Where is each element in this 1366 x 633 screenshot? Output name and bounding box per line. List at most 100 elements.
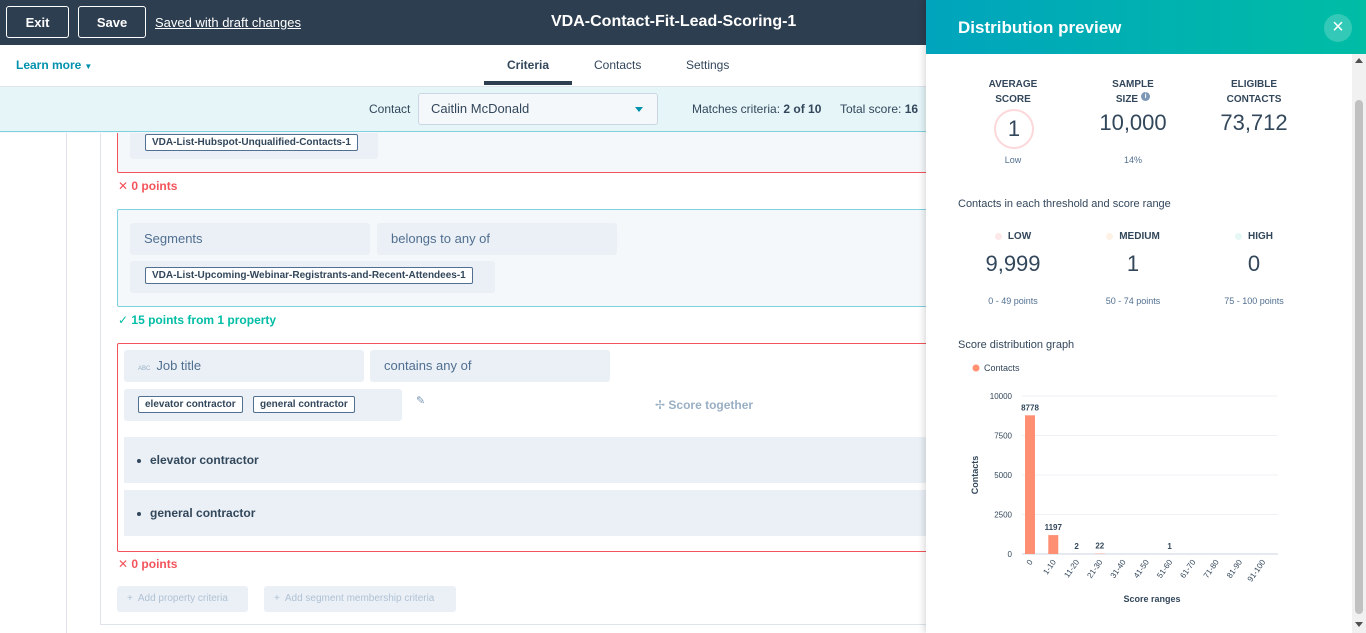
matches-value: 2 of 10 <box>783 102 822 116</box>
divider <box>100 133 101 625</box>
sub-navigation: Learn more ▼ Criteria Contacts Settings <box>0 45 926 87</box>
x-tick-label: 31-40 <box>1109 558 1128 580</box>
scroll-thumb[interactable] <box>1355 100 1363 614</box>
threshold-high-value: 0 <box>1247 251 1261 276</box>
score-together-button[interactable]: ✢ Score together <box>655 398 753 412</box>
y-tick-label: 10000 <box>990 392 1013 401</box>
contact-select-value: Caitlin McDonald <box>431 101 530 116</box>
learn-more-label: Learn more <box>16 58 82 72</box>
segment-chip[interactable]: VDA-List-Hubspot-Unqualified-Contacts-1 <box>145 134 358 151</box>
close-icon[interactable]: × <box>1324 14 1352 42</box>
add-segment-label: Add segment membership criteria <box>284 593 435 604</box>
threshold-low-range: 0 - 49 points <box>988 296 1038 306</box>
panel-title: Distribution preview <box>958 18 1122 37</box>
threshold-medium-value: 1 <box>1126 251 1140 276</box>
list-item-label: elevator contractor <box>150 453 259 467</box>
average-score-note: Low <box>1004 155 1022 165</box>
segment-chip[interactable]: VDA-List-Upcoming-Webinar-Registrants-an… <box>145 267 473 284</box>
contact-test-bar: Contact Caitlin McDonald Matches criteri… <box>0 87 926 132</box>
info-icon[interactable]: i <box>1141 92 1151 101</box>
learn-more-dropdown[interactable]: Learn more ▼ <box>16 58 92 72</box>
group-3-points-label: 0 points <box>131 557 178 571</box>
legend-label: Contacts <box>984 363 1020 373</box>
eligible-contacts-value: 73,712 <box>1220 110 1288 135</box>
average-score-label: AVERAGE SCORE <box>988 79 1038 105</box>
sample-size-note: 14% <box>1123 155 1142 165</box>
threshold-low-text: LOW <box>1007 231 1032 242</box>
active-tab-indicator <box>484 81 572 85</box>
scroll-up-icon[interactable] <box>1355 58 1363 63</box>
matches-criteria: Matches criteria: 2 of 10 <box>692 102 821 116</box>
operator-field[interactable]: contains any of <box>370 350 610 382</box>
chart-bar[interactable] <box>1048 535 1059 554</box>
list-item-label: general contractor <box>150 506 256 520</box>
threshold-low-label: LOW <box>963 229 1063 244</box>
group-2-points-label: 15 points from 1 property <box>131 313 277 327</box>
y-tick-label: 0 <box>1008 550 1013 559</box>
total-score: Total score: 16 <box>840 102 918 116</box>
x-tick-label: 0 <box>1025 558 1035 567</box>
add-property-label: Add property criteria <box>137 593 228 604</box>
chevron-down-icon <box>635 107 643 112</box>
job-title-field[interactable]: ABC Job title <box>124 350 364 382</box>
panel-scrollbar[interactable] <box>1352 54 1366 633</box>
score-distribution-chart: 877811972 22 1 0250050007500100000 1-10 11-2… <box>970 363 1278 604</box>
total-label: Total score: <box>840 102 902 116</box>
x-tick-label: 41-50 <box>1132 558 1151 580</box>
bullet-icon <box>137 511 141 516</box>
text-property-icon: ABC <box>138 366 151 372</box>
segments-field[interactable]: Segments <box>130 223 370 255</box>
bullet-icon <box>137 458 141 463</box>
tab-criteria[interactable]: Criteria <box>507 58 549 72</box>
threshold-heading: Contacts in each threshold and score ran… <box>958 198 1171 210</box>
saved-draft-link[interactable]: Saved with draft changes <box>155 15 301 30</box>
list-item: general contractor <box>124 490 926 536</box>
threshold-high-range: 75 - 100 points <box>1224 296 1284 306</box>
add-segment-criteria-button[interactable]: + Add segment membership criteria <box>264 586 456 612</box>
average-score-ring: 1 <box>994 109 1034 149</box>
threshold-high-label: HIGH <box>1204 229 1304 244</box>
value-chip[interactable]: elevator contractor <box>138 396 243 413</box>
threshold-high-text: HIGH <box>1248 231 1273 242</box>
value-chip[interactable]: general contractor <box>253 396 355 413</box>
criteria-group-1: VDA-List-Hubspot-Unqualified-Contacts-1 <box>117 133 926 173</box>
plus-icon: + <box>127 593 133 604</box>
x-tick-label: 51-60 <box>1155 558 1174 580</box>
x-tick-label: 61-70 <box>1178 558 1197 580</box>
group-2-points: ✓ 15 points from 1 property <box>118 313 276 327</box>
operator-field[interactable]: belongs to any of <box>377 223 617 255</box>
tab-settings[interactable]: Settings <box>686 58 729 72</box>
tab-contacts[interactable]: Contacts <box>594 58 641 72</box>
chart-bar[interactable] <box>1025 415 1035 554</box>
bar-data-label: 1 <box>1167 542 1172 551</box>
group-1-points: ✕ 0 points <box>118 179 177 193</box>
bar-data-label: 2 <box>1074 542 1079 551</box>
y-tick-label: 5000 <box>994 471 1012 480</box>
distribution-preview-panel: Score metrics AVERAGE SCORE 1 Low SAMPLE… <box>926 0 1366 633</box>
add-property-criteria-button[interactable]: + Add property criteria <box>117 586 248 612</box>
list-item: elevator contractor <box>124 437 926 483</box>
sample-size-label: SAMPLE SIZE i <box>1083 77 1183 107</box>
threshold-medium-text: MEDIUM <box>1119 231 1160 242</box>
total-value: 16 <box>904 102 919 116</box>
x-tick-label: 71-80 <box>1202 558 1221 580</box>
bar-data-label: 1197 <box>1045 523 1063 532</box>
threshold-medium-range: 50 - 74 points <box>1105 296 1161 306</box>
exit-button[interactable]: Exit <box>6 6 69 38</box>
score-together-label: Score together <box>668 398 754 412</box>
scroll-down-icon[interactable] <box>1355 622 1363 627</box>
pencil-icon[interactable]: ✎ <box>416 394 425 407</box>
panel-header: Distribution preview × <box>926 0 1366 54</box>
plus-icon: + <box>274 593 280 604</box>
job-title-label: Job title <box>156 358 202 373</box>
eligible-contacts-label: ELIGIBLE CONTACTS <box>1226 79 1282 105</box>
save-button[interactable]: Save <box>78 6 146 38</box>
criteria-group-2: Segments belongs to any of VDA-List-Upco… <box>117 209 926 307</box>
matches-label: Matches criteria: <box>692 102 781 116</box>
x-tick-label: 81-90 <box>1225 558 1244 580</box>
x-tick-label: 21-30 <box>1085 558 1104 580</box>
y-tick-label: 2500 <box>994 511 1012 520</box>
contact-select[interactable]: Caitlin McDonald <box>418 93 658 125</box>
bar-data-label: 8778 <box>1021 403 1039 412</box>
x-icon: ✕ <box>118 179 129 193</box>
